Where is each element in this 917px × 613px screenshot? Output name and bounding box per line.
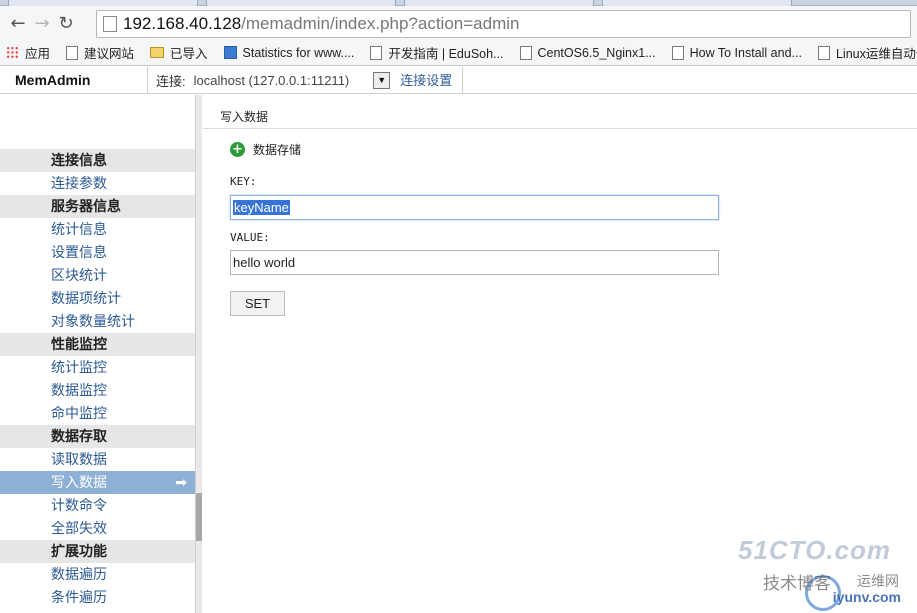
bookmark-item[interactable]: 已导入	[150, 43, 208, 62]
sidebar-item-label: 连接参数	[51, 175, 107, 191]
scrollbar-thumb[interactable]	[196, 493, 202, 541]
sidebar-item[interactable]: 统计监控	[0, 356, 195, 379]
page-icon	[671, 45, 684, 60]
sidebar-item[interactable]: 全部失效	[0, 517, 195, 540]
data-store-label: 数据存储	[253, 143, 302, 157]
sidebar-section-header: 服务器信息	[0, 195, 195, 218]
main-panel: 写入数据 + 数据存储 KEY: keyName VALUE: hello wo…	[203, 95, 917, 613]
browser-window: ← → ↻ 192.168.40.128/memadmin/index.php?…	[0, 0, 917, 613]
bookmark-label: Statistics for www....	[242, 45, 355, 60]
sidebar-item-label: 数据监控	[51, 382, 107, 398]
sidebar-item[interactable]: 区块统计	[0, 264, 195, 287]
connection-label: 连接:	[156, 73, 186, 89]
address-bar[interactable]: 192.168.40.128/memadmin/index.php?action…	[96, 10, 911, 38]
bookmark-label: How To Install and...	[689, 45, 802, 60]
bookmark-item[interactable]: 建议网站	[66, 43, 134, 62]
apps-icon	[6, 46, 19, 59]
bookmark-item[interactable]: How To Install and...	[671, 45, 802, 60]
reload-icon[interactable]: ↻	[54, 11, 78, 35]
title-divider	[203, 128, 917, 129]
sidebar-item-label: 数据项统计	[51, 290, 121, 306]
key-label: KEY:	[230, 175, 257, 188]
sidebar-item-label: 统计监控	[51, 359, 107, 375]
bookmark-item[interactable]: 开发指南 | EduSoh...	[370, 43, 504, 62]
page-icon	[66, 45, 79, 60]
sidebar-item-label: 写入数据	[51, 474, 107, 490]
data-store-header: + 数据存储	[230, 141, 301, 158]
sidebar-item[interactable]: 设置信息	[0, 241, 195, 264]
url-text: 192.168.40.128/memadmin/index.php?action…	[123, 14, 520, 33]
bookmark-label: 应用	[25, 47, 51, 61]
bookmarks-bar: 应用 建议网站 已导入 Statistics for www.... 开发指南 | Ed…	[0, 40, 917, 66]
sidebar-item-label: 全部失效	[51, 520, 107, 536]
sidebar-item-label: 区块统计	[51, 267, 107, 283]
back-arrow-icon[interactable]: ←	[6, 11, 30, 35]
bookmark-item[interactable]: CentOS6.5_Nginx1...	[519, 45, 656, 60]
bookmark-item[interactable]: Statistics for www....	[223, 45, 355, 60]
sidebar-item[interactable]: 数据监控	[0, 379, 195, 402]
bookmark-label: Linux运维自动化	[835, 47, 917, 61]
bookmark-item[interactable]: 应用	[6, 43, 50, 62]
sidebar-item[interactable]: 读取数据	[0, 448, 195, 471]
browser-tab[interactable]	[8, 0, 198, 6]
sidebar-item[interactable]: 命中监控	[0, 402, 195, 425]
bookmark-label: 建议网站	[84, 47, 135, 61]
sidebar-item-label: 命中监控	[51, 405, 107, 421]
bookmark-label: 开发指南 | EduSoh...	[388, 47, 504, 61]
sidebar-section-header: 性能监控	[0, 333, 195, 356]
sidebar-item[interactable]: 数据遍历	[0, 563, 195, 586]
sidebar-item[interactable]: 对象数量统计	[0, 310, 195, 333]
set-button[interactable]: SET	[230, 291, 285, 316]
stats-icon	[223, 46, 237, 59]
sidebar-item[interactable]: 数据项统计	[0, 287, 195, 310]
sidebar-item[interactable]: 统计信息	[0, 218, 195, 241]
connection-select-value[interactable]: localhost (127.0.0.1:11211)	[194, 73, 350, 88]
app-brand[interactable]: MemAdmin	[0, 66, 148, 94]
sidebar-section-header: 扩展功能	[0, 540, 195, 563]
sidebar-item-label: 数据遍历	[51, 566, 107, 582]
sidebar-item[interactable]: 计数命令	[0, 494, 195, 517]
sidebar-item-label: 设置信息	[51, 244, 107, 260]
sidebar: 连接信息连接参数服务器信息统计信息设置信息区块统计数据项统计对象数量统计性能监控…	[0, 95, 195, 613]
browser-tab[interactable]	[404, 0, 594, 6]
arrow-right-icon: ➡	[175, 474, 187, 490]
plus-circle-icon: +	[230, 142, 245, 157]
sidebar-item[interactable]: 连接参数	[0, 172, 195, 195]
sidebar-item-label: 对象数量统计	[51, 313, 135, 329]
sidebar-section-header: 数据存取	[0, 425, 195, 448]
sidebar-item-label: 读取数据	[51, 451, 107, 467]
app-header: MemAdmin 连接: localhost (127.0.0.1:11211)…	[0, 66, 917, 94]
page-icon	[519, 45, 532, 60]
value-label: VALUE:	[230, 231, 270, 244]
bookmark-label: 已导入	[170, 47, 208, 61]
page-title: 写入数据	[220, 110, 269, 124]
tab-strip	[0, 0, 917, 6]
sidebar-item[interactable]: 写入数据 ➡	[0, 471, 195, 494]
browser-tab[interactable]	[206, 0, 396, 6]
page-icon	[817, 45, 830, 60]
connection-settings-link[interactable]: 连接设置	[400, 66, 464, 94]
key-input[interactable]: keyName	[230, 195, 719, 220]
page-icon	[370, 45, 383, 60]
forward-arrow-icon[interactable]: →	[30, 11, 54, 35]
browser-tab[interactable]	[602, 0, 792, 6]
sidebar-scrollbar[interactable]	[195, 95, 202, 613]
sidebar-item-label: 计数命令	[51, 497, 107, 513]
bookmark-label: CentOS6.5_Nginx1...	[537, 45, 656, 60]
sidebar-section-header: 连接信息	[0, 149, 195, 172]
sidebar-item[interactable]: 条件遍历	[0, 586, 195, 609]
folder-icon	[150, 47, 165, 58]
value-input[interactable]: hello world	[230, 250, 719, 275]
value-input-value: hello world	[233, 255, 296, 270]
sidebar-item-label: 统计信息	[51, 221, 107, 237]
sidebar-item-label: 条件遍历	[51, 589, 107, 605]
bookmark-item[interactable]: Linux运维自动化	[817, 43, 917, 62]
page-icon	[103, 16, 117, 32]
key-input-value: keyName	[233, 200, 290, 215]
chevron-down-icon[interactable]: ▼	[373, 71, 391, 89]
